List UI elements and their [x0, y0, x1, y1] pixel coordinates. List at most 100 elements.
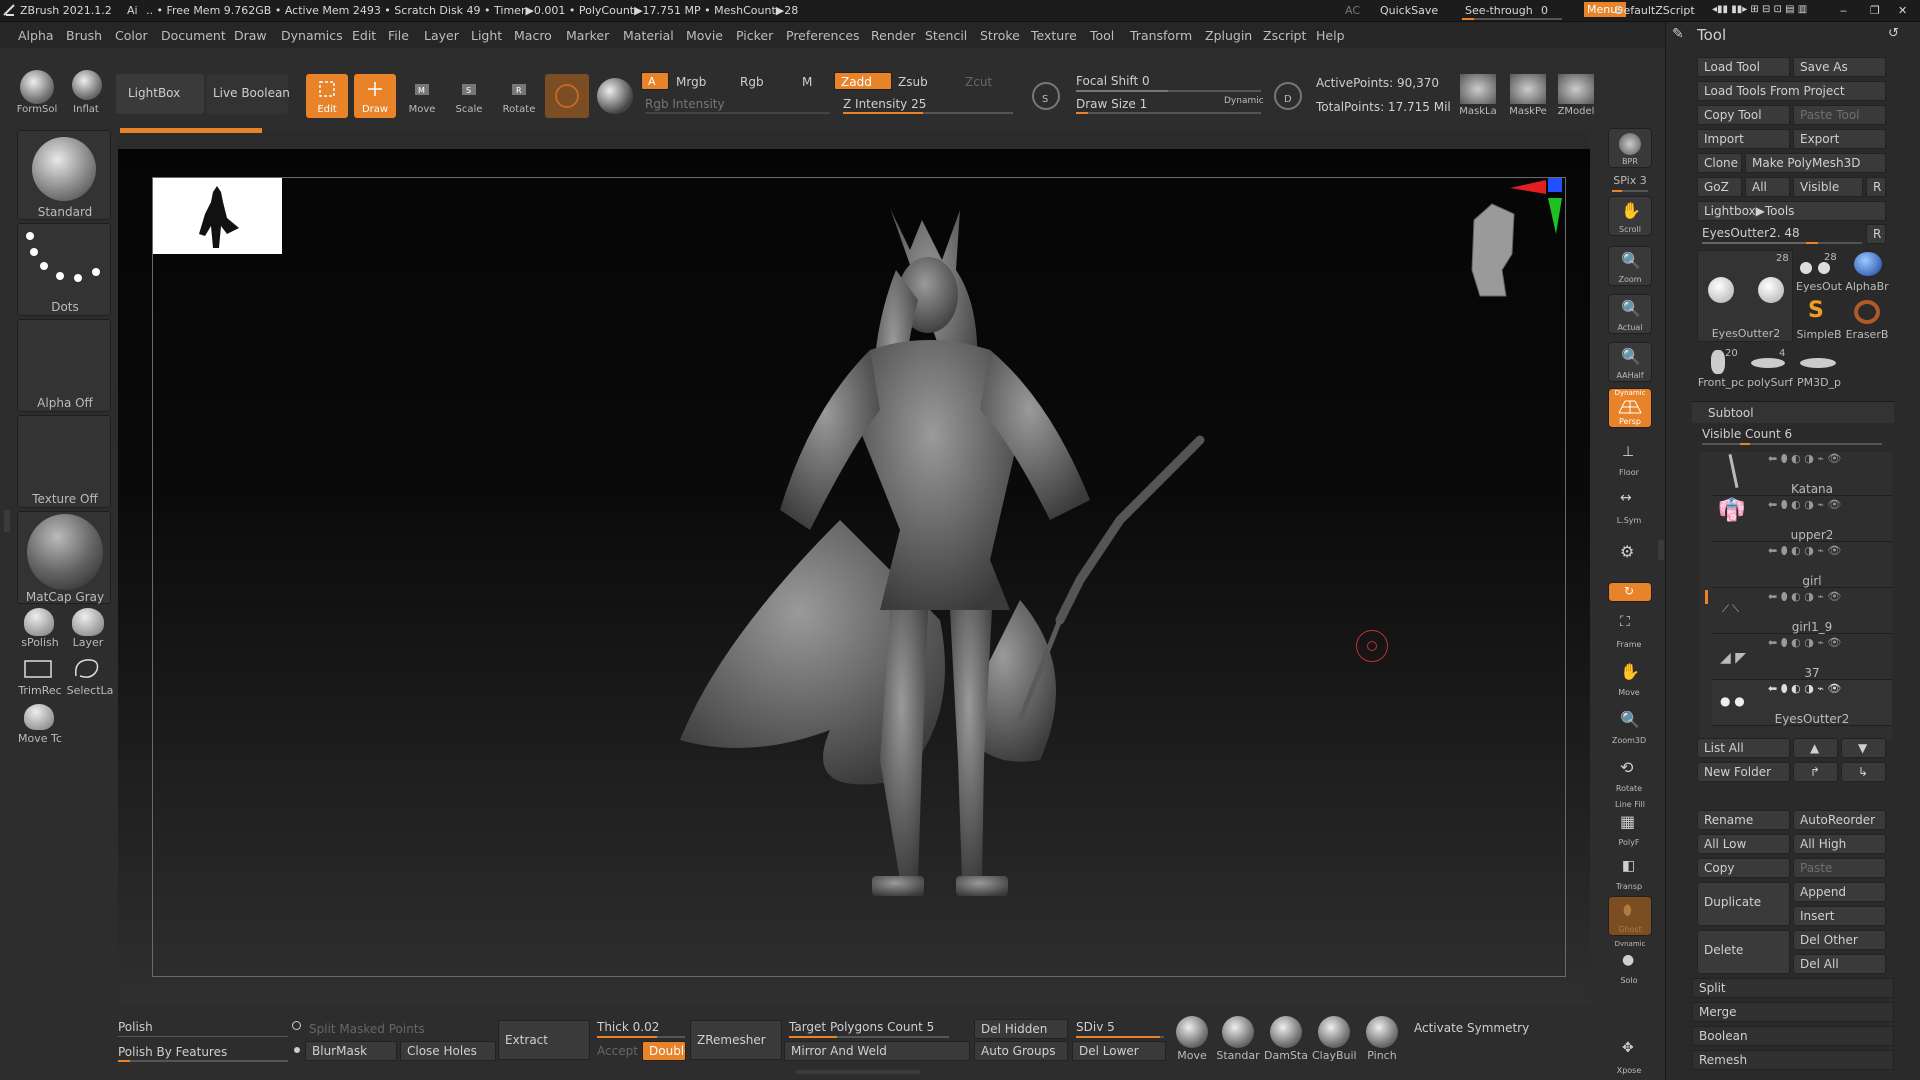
mrgb-toggle[interactable]: Mrgb [676, 75, 706, 89]
palette-refresh-icon[interactable]: ↺ [1888, 26, 1899, 41]
mirror-and-weld-button[interactable]: Mirror And Weld [784, 1041, 970, 1061]
goz-button[interactable]: GoZ [1697, 177, 1742, 197]
subtool-scrollbar[interactable] [1705, 590, 1708, 604]
menu-stroke[interactable]: Stroke [980, 28, 1020, 43]
paste-tool-button[interactable]: Paste Tool [1793, 105, 1886, 125]
bottom-collapse-handle[interactable] [796, 1070, 920, 1074]
clone-button[interactable]: Clone [1697, 153, 1742, 173]
menu-dynamics[interactable]: Dynamics [281, 28, 343, 43]
damstandard-brush-icon[interactable] [1270, 1016, 1302, 1048]
lightbox-tools-button[interactable]: Lightbox▶Tools [1697, 201, 1886, 221]
rgb-intensity-slider[interactable]: Rgb Intensity [645, 97, 725, 111]
current-tool-slider[interactable]: EyesOutter2. 48 [1702, 226, 1800, 240]
subtool-row[interactable]: ⟋ ⟍ ⬅ ⬮ ◐ ◑ ⌁ 👁 girl1_9 [1712, 588, 1892, 634]
folder-in-button[interactable]: ↳ [1841, 762, 1886, 782]
default-zscript[interactable]: DefaultZScript [1615, 4, 1695, 17]
folder-out-button[interactable]: ↱ [1793, 762, 1838, 782]
move-down-button[interactable]: ▼ [1841, 738, 1886, 758]
move-view-button[interactable]: ✋ Move [1608, 658, 1652, 698]
import-button[interactable]: Import [1697, 129, 1790, 149]
menu-preferences[interactable]: Preferences [786, 28, 860, 43]
tool-thumb-front[interactable]: 20 Front_pc [1697, 346, 1745, 390]
m-toggle[interactable]: M [802, 75, 812, 89]
menu-layer[interactable]: Layer [424, 28, 459, 43]
menu-zplugin[interactable]: Zplugin [1205, 28, 1252, 43]
subtool-row[interactable]: ◢ ◤ ⬅ ⬮ ◐ ◑ ⌁ 👁 37 [1712, 634, 1892, 680]
formsoft-brush-icon[interactable] [20, 70, 54, 104]
load-tools-from-project-button[interactable]: Load Tools From Project [1697, 81, 1886, 101]
texture-slot[interactable]: Texture Off [17, 415, 111, 508]
draw-size-slider[interactable]: Draw Size 1 [1076, 97, 1147, 111]
boolean-section[interactable]: Boolean [1692, 1026, 1894, 1046]
sdiv-slider[interactable]: SDiv 5 [1076, 1020, 1115, 1034]
draw-button[interactable]: Draw [354, 74, 396, 118]
tool-thumb-simplebrush[interactable]: S SimpleB [1796, 298, 1842, 342]
split-masked-radio[interactable] [292, 1021, 301, 1030]
bpr-button[interactable]: BPR [1608, 128, 1652, 168]
minimize-icon[interactable]: ‒ [1840, 4, 1847, 17]
split-section[interactable]: Split [1692, 978, 1894, 998]
tool-thumb-eraserbrush[interactable]: EraserB [1844, 298, 1890, 342]
current-brush-slot[interactable]: Standard [17, 130, 111, 220]
del-all-button[interactable]: Del All [1793, 954, 1886, 974]
subtool-toggles-icon[interactable]: ⬅ ⬮ ◐ ◑ ⌁ 👁 [1768, 544, 1841, 558]
actual-button[interactable]: 🔍 Actual [1608, 294, 1652, 334]
tool-thumb-eyesoutter2[interactable]: 28 EyesOutter2 [1697, 250, 1793, 342]
claybuildup-brush-icon[interactable] [1318, 1016, 1350, 1048]
spix-slider[interactable]: SPix 3 [1608, 174, 1652, 187]
material-slot[interactable]: MatCap Gray [17, 511, 111, 604]
layer-brush-icon[interactable] [72, 608, 104, 636]
save-as-button[interactable]: Save As [1793, 57, 1886, 77]
subtool-row[interactable]: ⬅ ⬮ ◐ ◑ ⌁ 👁 Katana [1712, 450, 1892, 496]
ac-button[interactable]: AC [1345, 4, 1360, 17]
accept-button[interactable]: Accept [597, 1044, 638, 1058]
local-transform-button[interactable]: ⚙ [1608, 534, 1652, 574]
a-toggle[interactable]: A [641, 72, 669, 90]
ai-label[interactable]: Ai [127, 4, 138, 17]
z-intensity-slider[interactable]: Z Intensity 25 [843, 97, 926, 111]
copy-tool-button[interactable]: Copy Tool [1697, 105, 1790, 125]
menu-texture[interactable]: Texture [1031, 28, 1077, 43]
move-topological-icon[interactable] [24, 704, 54, 730]
subtool-toggles-icon[interactable]: ⬅ ⬮ ◐ ◑ ⌁ 👁 [1768, 682, 1841, 696]
polish-slider[interactable]: Polish [118, 1020, 153, 1034]
quicksave-button[interactable]: QuickSave [1380, 4, 1438, 17]
export-button[interactable]: Export [1793, 129, 1886, 149]
menu-document[interactable]: Document [161, 28, 226, 43]
move-brush-icon[interactable] [1176, 1016, 1208, 1048]
pinch-brush-icon[interactable] [1366, 1016, 1398, 1048]
menu-zscript[interactable]: Zscript [1263, 28, 1306, 43]
polish-by-features-slider[interactable]: Polish By Features [118, 1045, 227, 1059]
menu-alpha[interactable]: Alpha [18, 28, 54, 43]
solo-button[interactable]: ● Solo [1608, 946, 1652, 986]
blurmask-button[interactable]: BlurMask [305, 1041, 397, 1061]
floor-button[interactable]: ⊥ Floor [1608, 438, 1652, 478]
menu-material[interactable]: Material [623, 28, 674, 43]
subtool-row-selected[interactable]: ● ● ⬅ ⬮ ◐ ◑ ⌁ 👁 EyesOutter2 [1712, 680, 1892, 726]
move-button[interactable]: M Move [402, 74, 442, 118]
rgb-toggle[interactable]: Rgb [740, 75, 764, 89]
menu-marker[interactable]: Marker [566, 28, 609, 43]
subtool-row[interactable]: ⬅ ⬮ ◐ ◑ ⌁ 👁 girl [1712, 542, 1892, 588]
xyz-rotate-button[interactable]: ↻ [1608, 582, 1652, 602]
rotate-view-button[interactable]: ⟲ Rotate [1608, 754, 1652, 794]
tray-collapse-handle[interactable] [1658, 540, 1664, 560]
close-icon[interactable]: ✕ [1898, 4, 1907, 17]
menu-tool[interactable]: Tool [1090, 28, 1114, 43]
edit-button[interactable]: Edit [306, 74, 348, 118]
rename-button[interactable]: Rename [1697, 810, 1790, 830]
tool-thumb-eyesout[interactable]: 28 EyesOut [1796, 250, 1842, 294]
del-other-button[interactable]: Del Other [1793, 930, 1886, 950]
auto-groups-button[interactable]: Auto Groups [974, 1041, 1068, 1061]
live-boolean-button[interactable]: Live Boolean [206, 74, 290, 114]
focal-s-icon[interactable]: S [1032, 82, 1060, 110]
menu-file[interactable]: File [388, 28, 409, 43]
scale-button[interactable]: S Scale [449, 74, 489, 118]
see-through-slider[interactable]: See-through [1465, 4, 1533, 17]
double-toggle[interactable]: Double [642, 1041, 686, 1061]
all-high-button[interactable]: All High [1793, 834, 1886, 854]
move-up-button[interactable]: ▲ [1793, 738, 1838, 758]
zremesher-button[interactable]: ZRemesher [690, 1020, 782, 1060]
goz-r-button[interactable]: R [1866, 177, 1886, 197]
lightbox-button[interactable]: LightBox [116, 74, 204, 114]
